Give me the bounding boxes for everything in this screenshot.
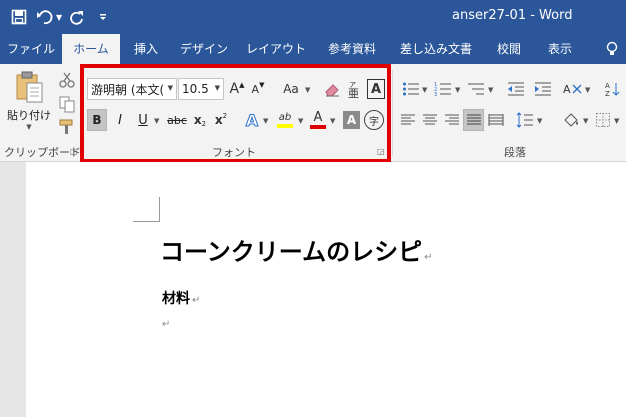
- customize-qat-icon[interactable]: [92, 6, 114, 28]
- sort-icon: AZ: [605, 82, 620, 97]
- numbering-button[interactable]: 123: [432, 79, 454, 99]
- margin-corner-mark: [133, 221, 160, 222]
- tab-review[interactable]: 校閲: [484, 34, 534, 64]
- justify-button[interactable]: [463, 109, 484, 131]
- multilevel-dropdown-icon[interactable]: ▼: [488, 86, 493, 94]
- align-center-button[interactable]: [420, 110, 440, 130]
- document-subheading[interactable]: 材料 ↵: [162, 288, 200, 308]
- bullets-icon: [403, 82, 419, 96]
- numbering-dropdown-icon[interactable]: ▼: [455, 86, 460, 94]
- align-center-icon: [423, 114, 437, 125]
- document-title: anser27-01 - Word: [452, 8, 573, 23]
- document-area: [0, 162, 626, 417]
- heading-text: コーンクリームのレシピ: [160, 238, 423, 266]
- quick-access-toolbar: ▼: [8, 6, 114, 28]
- paragraph-mark: ↵: [424, 252, 433, 263]
- copy-icon[interactable]: [58, 95, 76, 113]
- tab-references[interactable]: 参考資料: [316, 34, 388, 64]
- cut-icon[interactable]: [58, 71, 76, 89]
- paint-bucket-icon: [564, 113, 578, 127]
- distributed-button[interactable]: [486, 110, 506, 130]
- multilevel-list-icon: [468, 83, 484, 95]
- lightbulb-icon[interactable]: [604, 41, 620, 57]
- tab-file[interactable]: ファイル: [0, 34, 62, 64]
- align-right-button[interactable]: [442, 110, 462, 130]
- svg-text:Z: Z: [605, 90, 610, 97]
- line-spacing-icon: [516, 112, 533, 128]
- document-page[interactable]: [26, 162, 626, 417]
- clipboard-icon: [16, 71, 43, 103]
- document-heading[interactable]: コーンクリームのレシピ ↵: [160, 232, 432, 267]
- paste-dropdown-icon[interactable]: ▼: [26, 123, 31, 131]
- increase-indent-button[interactable]: [532, 79, 554, 99]
- borders-dropdown-icon[interactable]: ▼: [614, 117, 619, 125]
- increase-indent-icon: [535, 82, 551, 96]
- shading-button[interactable]: [560, 110, 582, 130]
- multilevel-list-button[interactable]: [465, 79, 487, 99]
- ribbon-tabs: ファイル ホーム 挿入 デザイン レイアウト 参考資料 差し込み文書 校閲 表示: [0, 34, 626, 64]
- subheading-text: 材料: [162, 291, 190, 307]
- title-bar: ▼ anser27-01 - Word: [0, 0, 626, 34]
- paste-label: 貼り付け: [7, 109, 51, 122]
- tab-view[interactable]: 表示: [534, 34, 586, 64]
- tab-home[interactable]: ホーム: [62, 34, 120, 64]
- asian-layout-button[interactable]: A: [562, 79, 584, 99]
- shading-dropdown-icon[interactable]: ▼: [583, 117, 588, 125]
- format-painter-icon[interactable]: [58, 118, 76, 136]
- group-separator: [392, 70, 393, 156]
- tab-design[interactable]: デザイン: [172, 34, 236, 64]
- svg-text:A: A: [563, 83, 571, 96]
- undo-dropdown-icon[interactable]: ▼: [56, 13, 62, 22]
- align-left-button[interactable]: [398, 110, 418, 130]
- paragraph-group-label: 段落: [504, 146, 526, 159]
- justify-icon: [466, 114, 481, 125]
- borders-button[interactable]: [594, 110, 612, 130]
- tab-mailings[interactable]: 差し込み文書: [388, 34, 484, 64]
- bullets-dropdown-icon[interactable]: ▼: [422, 86, 427, 94]
- svg-text:3: 3: [434, 92, 437, 97]
- empty-paragraph-mark[interactable]: ↵: [162, 319, 170, 330]
- bullets-button[interactable]: [400, 79, 422, 99]
- asian-layout-icon: A: [563, 83, 582, 96]
- numbering-icon: 123: [434, 82, 451, 97]
- tab-insert[interactable]: 挿入: [120, 34, 172, 64]
- clipboard-launcher-icon[interactable]: ◲: [70, 147, 78, 156]
- line-spacing-button[interactable]: [514, 110, 536, 130]
- paste-button[interactable]: 貼り付け ▼: [4, 70, 54, 136]
- decrease-indent-icon: [508, 82, 524, 96]
- paragraph-mark: ↵: [192, 295, 201, 306]
- redo-icon[interactable]: [66, 6, 88, 28]
- borders-icon: [596, 113, 610, 127]
- distributed-icon: [488, 114, 504, 126]
- decrease-indent-button[interactable]: [505, 79, 527, 99]
- tab-layout[interactable]: レイアウト: [236, 34, 316, 64]
- sort-button[interactable]: AZ: [603, 79, 623, 99]
- line-spacing-dropdown-icon[interactable]: ▼: [537, 117, 542, 125]
- asian-layout-dropdown-icon[interactable]: ▼: [585, 86, 590, 94]
- undo-icon[interactable]: [34, 6, 56, 28]
- font-group-highlight-frame: [80, 64, 391, 163]
- svg-text:A: A: [605, 82, 610, 90]
- margin-corner-mark: [159, 197, 160, 222]
- align-left-icon: [401, 114, 415, 125]
- save-icon[interactable]: [8, 6, 30, 28]
- align-right-icon: [445, 114, 459, 125]
